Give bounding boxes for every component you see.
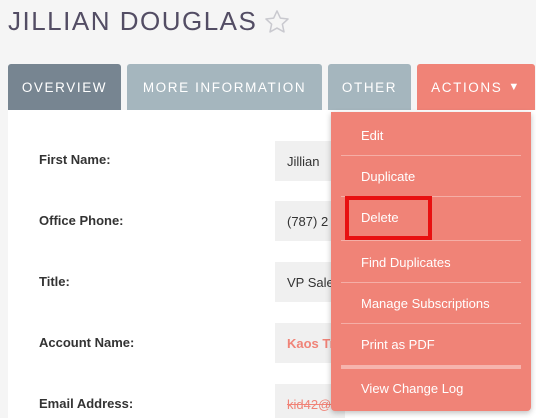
actions-dropdown-menu: Edit Duplicate Delete Find Duplicates Ma… (331, 112, 531, 411)
tab-other[interactable]: OTHER (328, 64, 411, 110)
office-phone-label: Office Phone: (39, 213, 124, 228)
tab-overview[interactable]: OVERVIEW (8, 64, 121, 110)
menu-item-print-as-pdf[interactable]: Print as PDF (331, 324, 531, 364)
contact-name: JILLIAN DOUGLAS (8, 6, 258, 36)
delete-highlight-box (345, 196, 432, 240)
first-name-label: First Name: (39, 152, 111, 167)
menu-item-manage-subscriptions[interactable]: Manage Subscriptions (331, 283, 531, 323)
star-outline-icon[interactable] (263, 8, 291, 36)
menu-item-find-duplicates[interactable]: Find Duplicates (331, 242, 531, 282)
tab-actions[interactable]: ACTIONS ▼ (417, 64, 535, 110)
title-label: Title: (39, 274, 70, 289)
account-name-label: Account Name: (39, 335, 135, 350)
menu-item-duplicate[interactable]: Duplicate (331, 156, 531, 196)
tab-more-information[interactable]: MORE INFORMATION (127, 64, 322, 110)
menu-item-view-change-log[interactable]: View Change Log (331, 368, 531, 408)
page-title: JILLIAN DOUGLAS (8, 6, 291, 37)
menu-item-edit[interactable]: Edit (331, 115, 531, 155)
caret-down-icon: ▼ (508, 81, 521, 93)
menu-divider (341, 240, 521, 241)
email-address-label: Email Address: (39, 396, 134, 411)
